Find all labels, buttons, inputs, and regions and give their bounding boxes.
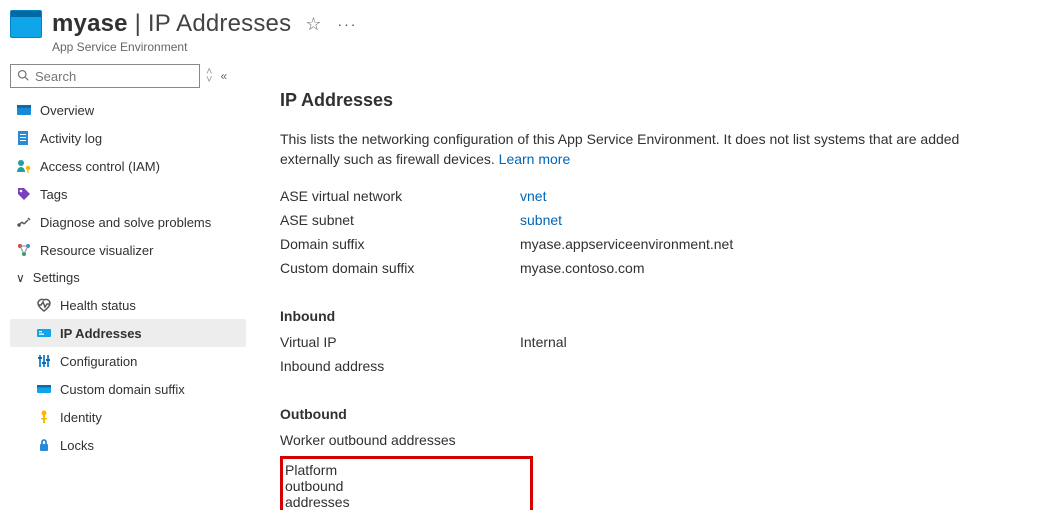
ase-subnet-label: ASE subnet	[280, 212, 520, 228]
health-icon	[36, 297, 52, 313]
configuration-icon	[36, 353, 52, 369]
identity-icon	[36, 409, 52, 425]
sidebar-item-label: Custom domain suffix	[60, 382, 185, 397]
lock-icon	[36, 437, 52, 453]
sidebar-item-activity-log[interactable]: Activity log	[10, 124, 246, 152]
sidebar-item-access-control[interactable]: Access control (IAM)	[10, 152, 246, 180]
description-text: This lists the networking configuration …	[280, 131, 959, 167]
access-control-icon	[16, 158, 32, 174]
main-title: IP Addresses	[280, 90, 1030, 111]
highlighted-platform-outbound: Platform outbound addresses	[280, 456, 533, 510]
sidebar-section-settings[interactable]: ∨ Settings	[10, 264, 246, 291]
overview-icon	[16, 102, 32, 118]
diagnose-icon	[16, 214, 32, 230]
virtual-ip-label: Virtual IP	[280, 334, 520, 350]
sidebar-section-label: Settings	[33, 270, 80, 285]
sidebar-item-custom-domain-suffix[interactable]: Custom domain suffix	[10, 375, 246, 403]
sidebar-item-diagnose[interactable]: Diagnose and solve problems	[10, 208, 246, 236]
resource-name: myase	[52, 10, 128, 37]
worker-outbound-label: Worker outbound addresses	[280, 432, 520, 448]
sidebar-item-tags[interactable]: Tags	[10, 180, 246, 208]
chevron-down-icon: ∨	[16, 271, 25, 285]
ip-addresses-icon	[36, 325, 52, 341]
inbound-address-label: Inbound address	[280, 358, 520, 374]
sidebar-item-label: Tags	[40, 187, 67, 202]
sidebar-item-label: Resource visualizer	[40, 243, 153, 258]
platform-outbound-value	[520, 456, 1030, 510]
sidebar-item-label: Activity log	[40, 131, 102, 146]
sidebar-item-label: IP Addresses	[60, 326, 142, 341]
more-commands-button[interactable]: ···	[337, 16, 357, 32]
sidebar-item-label: Configuration	[60, 354, 137, 369]
custom-domain-suffix-label: Custom domain suffix	[280, 260, 520, 276]
main-pane: IP Addresses This lists the networking c…	[250, 64, 1040, 510]
sidebar-item-configuration[interactable]: Configuration	[10, 347, 246, 375]
sidebar-expand-toggle[interactable]: ˄˅	[206, 68, 212, 84]
blade-name: IP Addresses	[148, 10, 291, 37]
domain-suffix-label: Domain suffix	[280, 236, 520, 252]
page-title: myase | IP Addresses	[52, 10, 291, 38]
platform-outbound-label: Platform outbound addresses	[280, 456, 520, 510]
inbound-address-value	[520, 358, 1030, 374]
custom-domain-suffix-value: myase.contoso.com	[520, 260, 1030, 276]
sidebar-collapse-button[interactable]: «	[218, 69, 229, 83]
sidebar-item-label: Health status	[60, 298, 136, 313]
ase-vnet-link[interactable]: vnet	[520, 188, 1030, 204]
sidebar: ˄˅ « Overview Activity log Acc	[0, 64, 250, 510]
sidebar-item-label: Identity	[60, 410, 102, 425]
sidebar-item-health-status[interactable]: Health status	[10, 291, 246, 319]
favorite-star-icon[interactable]: ☆	[305, 14, 321, 35]
search-icon	[17, 69, 29, 84]
sidebar-item-identity[interactable]: Identity	[10, 403, 246, 431]
outbound-section-title: Outbound	[280, 406, 1030, 422]
resource-type-subtitle: App Service Environment	[52, 40, 1040, 54]
sidebar-item-label: Access control (IAM)	[40, 159, 160, 174]
activity-log-icon	[16, 130, 32, 146]
ase-subnet-link[interactable]: subnet	[520, 212, 1030, 228]
ase-vnet-label: ASE virtual network	[280, 188, 520, 204]
sidebar-search[interactable]	[10, 64, 200, 88]
sidebar-item-label: Locks	[60, 438, 94, 453]
worker-outbound-value	[520, 432, 1030, 448]
sidebar-item-resource-visualizer[interactable]: Resource visualizer	[10, 236, 246, 264]
resource-type-icon	[10, 10, 42, 38]
virtual-ip-value: Internal	[520, 334, 1030, 350]
resource-visualizer-icon	[16, 242, 32, 258]
domain-suffix-value: myase.appserviceenvironment.net	[520, 236, 1030, 252]
learn-more-link[interactable]: Learn more	[499, 151, 571, 167]
sidebar-item-label: Diagnose and solve problems	[40, 215, 211, 230]
inbound-section-title: Inbound	[280, 308, 1030, 324]
sidebar-item-overview[interactable]: Overview	[10, 96, 246, 124]
sidebar-search-input[interactable]	[33, 68, 193, 85]
description: This lists the networking configuration …	[280, 129, 1020, 170]
tags-icon	[16, 186, 32, 202]
sidebar-item-ip-addresses[interactable]: IP Addresses	[10, 319, 246, 347]
sidebar-item-locks[interactable]: Locks	[10, 431, 246, 459]
sidebar-item-label: Overview	[40, 103, 94, 118]
custom-domain-icon	[36, 381, 52, 397]
